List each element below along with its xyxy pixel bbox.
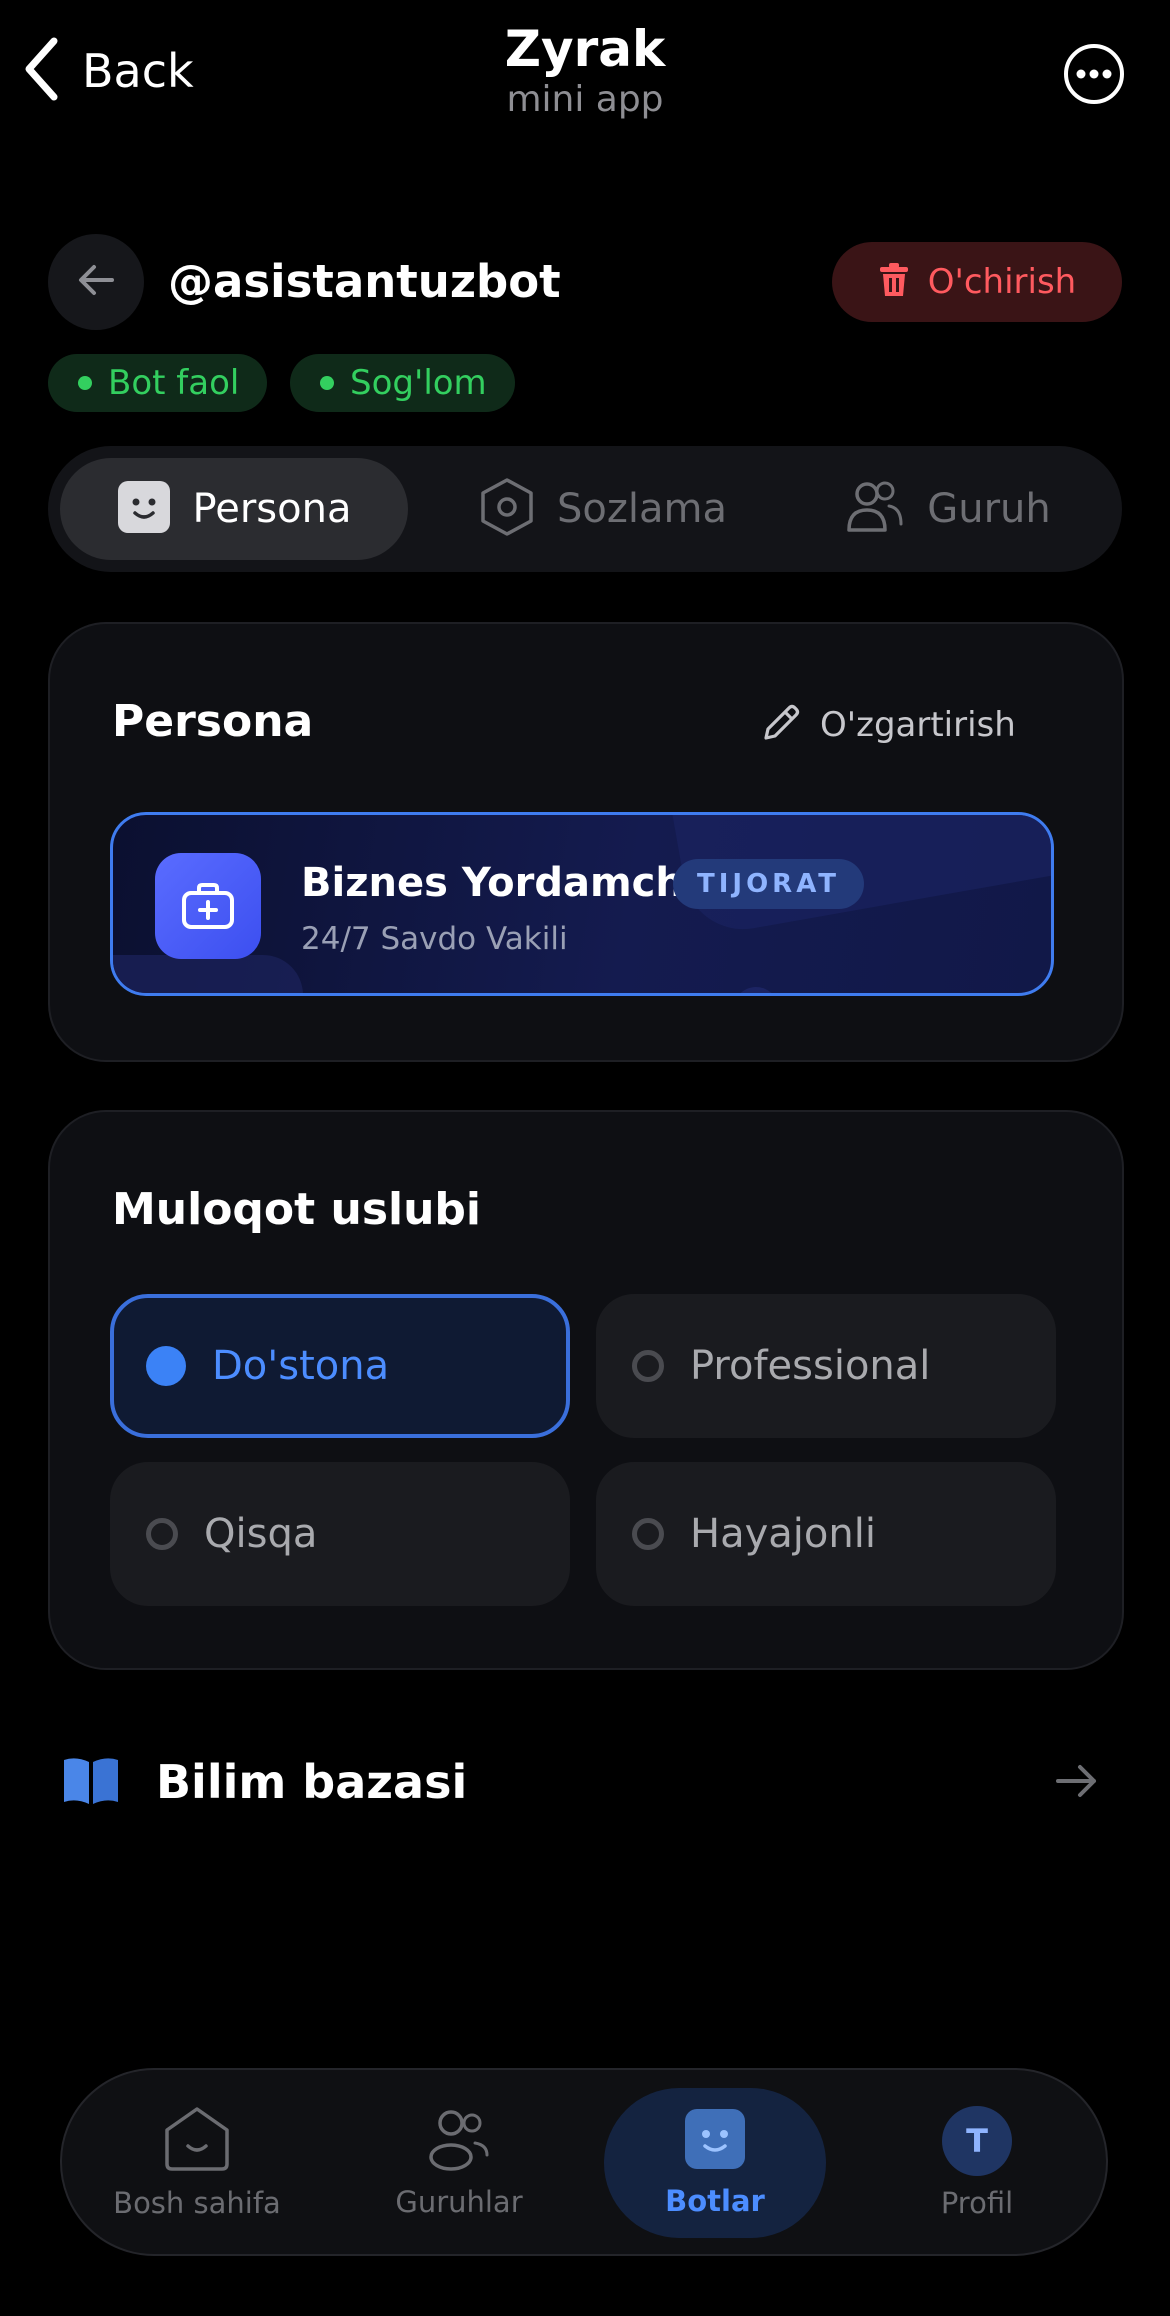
bot-back-button[interactable] <box>48 234 144 330</box>
persona-name: Biznes Yordamchi <box>301 860 698 906</box>
status-badge-label: Bot faol <box>108 363 240 403</box>
status-badge-health: Sog'lom <box>290 354 515 412</box>
avatar: T <box>942 2106 1012 2176</box>
delete-label: O'chirish <box>927 262 1077 302</box>
style-card-title: Muloqot uslubi <box>112 1184 481 1235</box>
decoration <box>113 955 303 993</box>
avatar-letter: T <box>966 2122 988 2160</box>
nav-label: Guruhlar <box>395 2185 523 2219</box>
hexagon-settings-icon <box>479 477 535 541</box>
nav-label: Profil <box>940 2186 1014 2220</box>
selected-persona[interactable]: Biznes Yordamchi TIJORAT 24/7 Savdo Vaki… <box>110 812 1054 996</box>
status-badge-active: Bot faol <box>48 354 268 412</box>
tab-label: Guruh <box>927 486 1051 532</box>
knowledge-base-label: Bilim bazasi <box>156 1755 468 1809</box>
briefcase-medical-icon <box>155 853 261 959</box>
tab-sozlama[interactable]: Sozlama <box>438 458 768 560</box>
pencil-icon <box>760 702 802 748</box>
radio-icon <box>146 1518 178 1550</box>
bot-face-icon <box>684 2108 746 2174</box>
option-label: Hayajonli <box>690 1511 876 1557</box>
status-badge-label: Sog'lom <box>350 363 487 403</box>
delete-bot-button[interactable]: O'chirish <box>832 242 1122 322</box>
nav-item-home[interactable]: Bosh sahifa <box>86 2088 308 2238</box>
status-dot <box>320 376 334 390</box>
tab-guruh[interactable]: Guruh <box>788 458 1108 560</box>
more-button[interactable] <box>1062 42 1126 106</box>
edit-persona-button[interactable]: O'zgartirish <box>760 702 1016 748</box>
bottom-navigation: Bosh sahifa Guruhlar Botlar T Profil <box>60 2068 1108 2256</box>
decoration <box>733 987 779 993</box>
persona-subtitle: 24/7 Savdo Vakili <box>301 921 568 957</box>
home-icon <box>163 2106 231 2176</box>
nav-item-bots[interactable]: Botlar <box>604 2088 826 2238</box>
persona-tag-label: TIJORAT <box>697 869 841 899</box>
users-icon <box>427 2107 491 2175</box>
app-title: Zyrak <box>504 20 666 78</box>
tab-label: Persona <box>192 486 352 532</box>
nav-item-profile[interactable]: T Profil <box>866 2088 1088 2238</box>
book-icon <box>62 1754 120 1810</box>
knowledge-base-row[interactable]: Bilim bazasi <box>62 1742 1112 1822</box>
face-icon <box>117 480 171 538</box>
persona-card-title: Persona <box>112 696 314 747</box>
app-title-block: Zyrak mini app <box>0 18 1170 120</box>
app-subtitle: mini app <box>506 79 664 120</box>
style-option-professional[interactable]: Professional <box>596 1294 1056 1438</box>
arrow-right-icon[interactable] <box>1054 1758 1100 1808</box>
segmented-tabs: Persona Sozlama Guruh <box>48 446 1122 572</box>
trash-icon <box>878 262 910 302</box>
users-icon <box>845 478 905 540</box>
radio-icon <box>632 1518 664 1550</box>
tab-persona[interactable]: Persona <box>60 458 408 560</box>
edit-label: O'zgartirish <box>820 705 1016 745</box>
option-label: Do'stona <box>212 1343 390 1389</box>
nav-label: Bosh sahifa <box>113 2186 281 2220</box>
option-label: Professional <box>690 1343 931 1389</box>
nav-label: Botlar <box>665 2184 765 2218</box>
radio-icon <box>632 1350 664 1382</box>
nav-item-groups[interactable]: Guruhlar <box>348 2088 570 2238</box>
radio-selected-icon <box>146 1346 186 1386</box>
style-option-dostona[interactable]: Do'stona <box>110 1294 570 1438</box>
status-dot <box>78 376 92 390</box>
style-option-hayajonli[interactable]: Hayajonli <box>596 1462 1056 1606</box>
style-option-qisqa[interactable]: Qisqa <box>110 1462 570 1606</box>
tab-label: Sozlama <box>557 486 727 532</box>
ellipsis-circle-icon <box>1062 44 1126 110</box>
option-label: Qisqa <box>204 1511 318 1557</box>
arrow-left-icon <box>76 260 116 304</box>
persona-tag-badge: TIJORAT <box>673 859 865 909</box>
bot-username: @asistantuzbot <box>168 255 561 308</box>
